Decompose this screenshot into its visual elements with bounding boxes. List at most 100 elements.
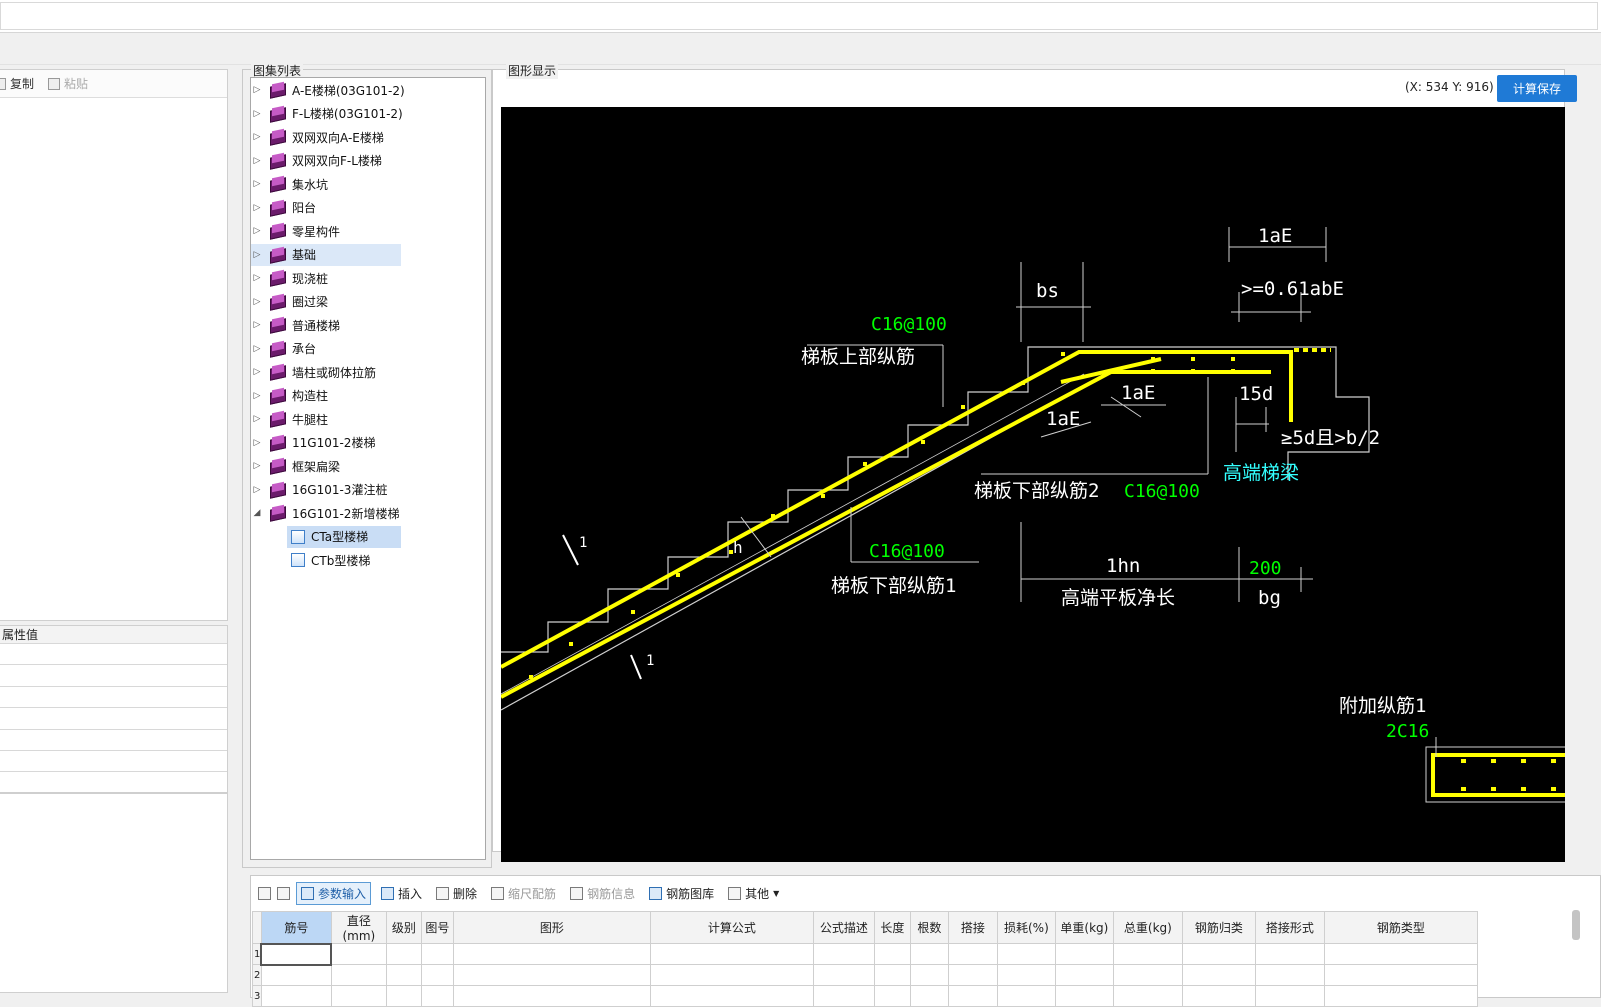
table-cell[interactable]	[385, 985, 422, 1007]
tree-item[interactable]: ▷ F-L楼梯(03G101-2)	[251, 103, 403, 125]
table-cell[interactable]	[947, 943, 998, 965]
param-input-button[interactable]: 参数输入	[296, 881, 372, 905]
move-up-icon[interactable]	[258, 886, 271, 900]
tree-item[interactable]: ▷ 基础	[251, 243, 401, 266]
table-row[interactable]: 2	[252, 964, 1478, 986]
table-cell[interactable]	[330, 985, 387, 1007]
table-cell[interactable]	[1181, 943, 1256, 965]
table-cell[interactable]	[996, 985, 1056, 1007]
table-cell[interactable]	[909, 985, 949, 1007]
table-cell[interactable]	[1054, 943, 1114, 965]
table-cell[interactable]	[649, 964, 814, 986]
col-header[interactable]: 损耗(%)	[996, 911, 1056, 944]
table-cell[interactable]	[812, 964, 875, 986]
table-cell[interactable]	[996, 964, 1056, 986]
chevron-right-icon[interactable]: ▷	[251, 250, 263, 260]
table-cell[interactable]	[260, 985, 332, 1007]
table-cell[interactable]	[260, 942, 333, 966]
table-cell[interactable]	[1254, 985, 1325, 1007]
table-cell[interactable]	[385, 964, 422, 986]
col-header[interactable]: 钢筋类型	[1323, 911, 1478, 944]
property-row[interactable]	[0, 665, 227, 687]
table-cell[interactable]	[909, 943, 949, 965]
table-cell[interactable]	[452, 964, 651, 986]
table-scrollbar[interactable]	[1572, 910, 1580, 940]
tree-item[interactable]: ▷ 双网双向A-E楼梯	[251, 126, 384, 148]
chevron-right-icon[interactable]: ▷	[251, 461, 263, 471]
tree-item[interactable]: ▷ 零星构件	[251, 220, 340, 242]
tree-item[interactable]: ◢ 16G101-2新增楼梯	[251, 502, 400, 524]
other-menu-button[interactable]: 其他 ▼	[724, 883, 783, 904]
table-cell[interactable]	[330, 943, 387, 965]
table-cell[interactable]	[873, 964, 911, 986]
scale-rebar-button[interactable]: 缩尺配筋	[487, 883, 560, 904]
tree-item[interactable]: ▷ 牛腿柱	[251, 408, 328, 430]
move-down-icon[interactable]	[277, 886, 290, 900]
property-row[interactable]	[0, 751, 227, 773]
table-cell[interactable]	[1254, 964, 1325, 986]
chevron-right-icon[interactable]: ▷	[251, 297, 263, 307]
chevron-right-icon[interactable]: ▷	[251, 320, 263, 330]
col-header[interactable]: 总重(kg)	[1112, 911, 1183, 944]
tree-item[interactable]: ▷ 16G101-3灌注桩	[251, 479, 388, 501]
col-header[interactable]: 根数	[909, 911, 949, 944]
paste-button[interactable]: 粘贴	[48, 75, 88, 92]
tree-item[interactable]: ▷ A-E楼梯(03G101-2)	[251, 79, 405, 101]
col-header[interactable]: 图号	[420, 911, 454, 944]
chevron-right-icon[interactable]: ▷	[251, 367, 263, 377]
table-cell[interactable]	[1323, 943, 1478, 965]
table-cell[interactable]	[1323, 985, 1478, 1007]
col-header[interactable]: 搭接	[947, 911, 998, 944]
tree-item[interactable]: ▷ 11G101-2楼梯	[251, 432, 376, 454]
table-cell[interactable]	[330, 964, 387, 986]
chevron-right-icon[interactable]: ▷	[251, 203, 263, 213]
table-row[interactable]: 3	[252, 985, 1478, 1007]
chevron-right-icon[interactable]: ▷	[251, 156, 263, 166]
table-cell[interactable]	[420, 943, 454, 965]
tree-item[interactable]: ▷ 构造柱	[251, 385, 328, 407]
property-row[interactable]	[0, 687, 227, 709]
col-header[interactable]: 筋号	[260, 911, 332, 944]
table-cell[interactable]	[1181, 985, 1256, 1007]
col-header[interactable]: 级别	[385, 911, 422, 944]
col-header[interactable]: 搭接形式	[1254, 911, 1325, 944]
table-cell[interactable]	[649, 985, 814, 1007]
tree-child-item[interactable]: CTb型楼梯	[287, 549, 401, 571]
chevron-right-icon[interactable]: ▷	[251, 344, 263, 354]
table-cell[interactable]	[1112, 964, 1183, 986]
property-row[interactable]	[0, 730, 227, 751]
table-cell[interactable]	[909, 964, 949, 986]
col-header[interactable]: 钢筋归类	[1181, 911, 1256, 944]
table-cell[interactable]	[385, 943, 422, 965]
table-cell[interactable]	[420, 964, 454, 986]
chevron-right-icon[interactable]: ▷	[251, 179, 263, 189]
table-cell[interactable]	[420, 985, 454, 1007]
chevron-right-icon[interactable]: ▷	[251, 438, 263, 448]
table-cell[interactable]	[996, 943, 1056, 965]
table-cell[interactable]	[873, 985, 911, 1007]
table-cell[interactable]	[452, 985, 651, 1007]
chevron-right-icon[interactable]: ▷	[251, 109, 263, 119]
table-cell[interactable]	[873, 943, 911, 965]
tree-item[interactable]: ▷ 双网双向F-L楼梯	[251, 150, 382, 172]
table-cell[interactable]	[1323, 964, 1478, 986]
chevron-right-icon[interactable]: ▷	[251, 391, 263, 401]
calc-save-button[interactable]: 计算保存	[1497, 75, 1577, 102]
rebar-library-button[interactable]: 钢筋图库	[645, 883, 718, 904]
rebar-info-button[interactable]: 钢筋信息	[566, 883, 639, 904]
table-cell[interactable]	[1054, 964, 1114, 986]
tree-item[interactable]: ▷ 集水坑	[251, 173, 328, 195]
chevron-right-icon[interactable]: ▷	[251, 414, 263, 424]
table-cell[interactable]	[812, 943, 875, 965]
property-row[interactable]	[0, 772, 227, 794]
col-header[interactable]: 直径(mm)	[330, 911, 387, 944]
property-row[interactable]	[0, 708, 227, 730]
delete-button[interactable]: 删除	[432, 883, 481, 904]
col-header[interactable]: 公式描述	[812, 911, 875, 944]
table-cell[interactable]	[649, 943, 814, 965]
table-cell[interactable]	[1054, 985, 1114, 1007]
chevron-right-icon[interactable]: ▷	[251, 485, 263, 495]
col-header[interactable]: 计算公式	[649, 911, 814, 944]
tree-item[interactable]: ▷ 阳台	[251, 197, 316, 219]
table-cell[interactable]	[452, 943, 651, 965]
